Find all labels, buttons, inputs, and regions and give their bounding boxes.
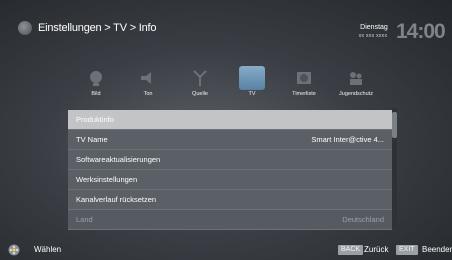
- category-bild[interactable]: Bild: [70, 66, 122, 106]
- menu-row-label: Produktinfo: [76, 115, 114, 124]
- clock: 14:00: [396, 20, 446, 43]
- menu-row-produktinfo[interactable]: Produktinfo: [68, 110, 392, 130]
- antenna-icon: [193, 70, 207, 86]
- menu-row-tv-name[interactable]: TV Name Smart Inter@ctive 4...: [68, 130, 392, 150]
- speaker-icon: [141, 72, 151, 84]
- timer-icon: [297, 72, 311, 84]
- menu-row-softwareaktualisierungen[interactable]: Softwareaktualisierungen: [68, 150, 392, 170]
- category-label: Bild: [91, 91, 101, 97]
- category-ton[interactable]: Ton: [122, 66, 174, 106]
- category-label: Timerliste: [292, 91, 316, 97]
- menu-row-value: Deutschland: [342, 215, 384, 224]
- select-hint-label: Wählen: [34, 245, 62, 254]
- category-label: Jugendschutz: [339, 91, 373, 97]
- breadcrumb: Einstellungen > TV > Info: [38, 22, 157, 34]
- category-tv[interactable]: TV: [226, 66, 278, 106]
- exit-key-badge[interactable]: EXIT: [396, 245, 418, 255]
- menu-row-kanalverlauf[interactable]: Kanalverlauf rücksetzen: [68, 190, 392, 210]
- category-timerliste[interactable]: Timerliste: [278, 66, 330, 106]
- menu-bubble-icon: [18, 21, 32, 35]
- category-quelle[interactable]: Quelle: [174, 66, 226, 106]
- parental-lock-icon: [350, 72, 362, 85]
- category-label: TV: [248, 91, 256, 97]
- exit-hint-label: Beenden: [422, 245, 452, 254]
- category-label: Quelle: [192, 91, 208, 97]
- back-key-badge[interactable]: BACK: [338, 245, 364, 255]
- date-label: xx xxx xxxx: [358, 33, 388, 39]
- menu-row-label: Softwareaktualisierungen: [76, 155, 161, 164]
- tv-icon: [239, 66, 265, 90]
- menu-row-value: Smart Inter@ctive 4...: [311, 135, 384, 144]
- settings-menu: Produktinfo TV Name Smart Inter@ctive 4.…: [68, 110, 392, 230]
- scrollbar-thumb[interactable]: [392, 112, 397, 138]
- back-hint-label: Zurück: [364, 245, 389, 254]
- menu-row-label: Kanalverlauf rücksetzen: [76, 195, 157, 204]
- picture-icon: [90, 71, 102, 86]
- header-bar: Einstellungen > TV > Info Dienstag xx xx…: [0, 0, 452, 62]
- menu-scrollbar[interactable]: [392, 108, 397, 228]
- category-jugendschutz[interactable]: Jugendschutz: [330, 66, 382, 106]
- navigation-pad-icon: [8, 244, 20, 256]
- menu-row-werksinstellungen[interactable]: Werksinstellungen: [68, 170, 392, 190]
- menu-row-label: Werksinstellungen: [76, 175, 138, 184]
- menu-row-land: Land Deutschland: [68, 210, 392, 230]
- footer-bar: Wählen BACK Zurück EXIT Beenden: [0, 240, 452, 260]
- category-bar: Bild Ton Quelle TV Timerliste Jugendschu…: [68, 66, 390, 106]
- weekday-label: Dienstag: [360, 24, 388, 31]
- category-label: Ton: [143, 91, 153, 97]
- menu-row-label: Land: [76, 215, 93, 224]
- menu-row-label: TV Name: [76, 135, 108, 144]
